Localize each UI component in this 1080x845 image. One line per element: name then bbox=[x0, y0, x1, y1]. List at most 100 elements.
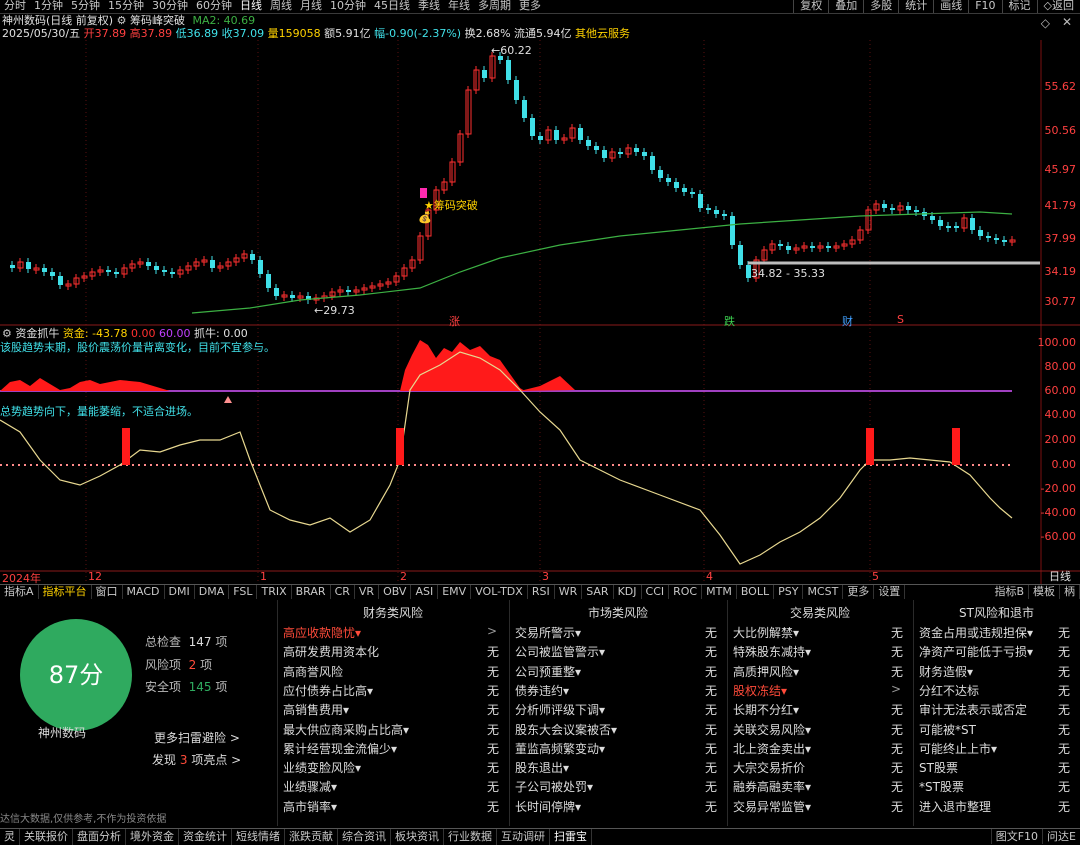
risk-item[interactable]: 高市销率▾ bbox=[283, 798, 337, 815]
indicator-tab-right[interactable]: 指标B bbox=[990, 585, 1029, 599]
risk-item[interactable]: 可能终止上市▾ bbox=[919, 740, 997, 757]
period-tab[interactable]: 季线 bbox=[414, 0, 444, 13]
indicator-tab[interactable]: VOL-TDX bbox=[471, 585, 528, 599]
risk-item[interactable]: 高销售费用▾ bbox=[283, 701, 349, 718]
bottom-tab[interactable]: 板块资讯 bbox=[391, 829, 444, 845]
risk-item[interactable]: 融券高融卖率▾ bbox=[733, 778, 811, 795]
risk-item[interactable]: 股东退出▾ bbox=[515, 759, 569, 776]
indicator-tab[interactable]: WR bbox=[555, 585, 583, 599]
indicator-tab[interactable]: BRAR bbox=[292, 585, 331, 599]
toolbar-button[interactable]: 复权 bbox=[793, 0, 828, 13]
risk-item[interactable]: 可能被*ST bbox=[919, 721, 976, 738]
toolbar-button[interactable]: 标记 bbox=[1001, 0, 1037, 13]
toolbar-button[interactable]: 叠加 bbox=[828, 0, 863, 13]
indicator-tab[interactable]: FSL bbox=[229, 585, 258, 599]
risk-item[interactable]: 关联交易风险▾ bbox=[733, 721, 811, 738]
indicator-tab[interactable]: MCST bbox=[803, 585, 844, 599]
period-tab[interactable]: 月线 bbox=[296, 0, 326, 13]
indicator-tab[interactable]: CCI bbox=[642, 585, 670, 599]
bottom-tab[interactable]: 综合资讯 bbox=[338, 829, 391, 845]
indicator-tab[interactable]: EMV bbox=[438, 585, 472, 599]
period-tab[interactable]: 15分钟 bbox=[104, 0, 148, 13]
risk-item[interactable]: 分析师评级下调▾ bbox=[515, 701, 605, 718]
period-tab[interactable]: 30分钟 bbox=[148, 0, 192, 13]
indicator-tab-right[interactable]: 柄 bbox=[1060, 585, 1080, 599]
period-tab[interactable]: 年线 bbox=[444, 0, 474, 13]
risk-item[interactable]: 累计经营现金流偏少▾ bbox=[283, 740, 397, 757]
period-tab[interactable]: 周线 bbox=[266, 0, 296, 13]
close-icon[interactable]: ✕ bbox=[1062, 15, 1072, 29]
bottom-tab[interactable]: 互动调研 bbox=[497, 829, 550, 845]
bottom-tab[interactable]: 境外资金 bbox=[126, 829, 179, 845]
event-zhang[interactable]: 涨 bbox=[449, 313, 460, 329]
risk-item[interactable]: *ST股票 bbox=[919, 778, 964, 795]
indicator-tab[interactable]: CR bbox=[331, 585, 355, 599]
risk-item[interactable]: 净资产可能低于亏损▾ bbox=[919, 643, 1033, 660]
period-label[interactable]: 日线 bbox=[1049, 568, 1071, 584]
risk-item[interactable]: 董监高频繁变动▾ bbox=[515, 740, 605, 757]
risk-item[interactable]: 股东大会议案被否▾ bbox=[515, 721, 617, 738]
indicator-tab[interactable]: OBV bbox=[379, 585, 412, 599]
period-tab[interactable]: 更多 bbox=[515, 0, 545, 13]
kline-chart[interactable] bbox=[0, 40, 1080, 584]
gear-icon[interactable]: ⚙ bbox=[117, 14, 127, 27]
toolbar-button[interactable]: ◇返回 bbox=[1036, 0, 1080, 13]
bottom-tab[interactable]: 关联报价 bbox=[20, 829, 73, 845]
indicator-tab[interactable]: PSY bbox=[774, 585, 804, 599]
bottom-tab[interactable]: 扫雷宝 bbox=[550, 829, 592, 845]
indicator-tab-right[interactable]: 模板 bbox=[1029, 585, 1060, 599]
risk-item[interactable]: 大比例解禁▾ bbox=[733, 624, 799, 641]
toolbar-button[interactable]: 统计 bbox=[898, 0, 933, 13]
period-tab[interactable]: 分时 bbox=[0, 0, 30, 13]
risk-item[interactable]: 资金占用或违规担保▾ bbox=[919, 624, 1033, 641]
bottom-tab[interactable]: 涨跌贡献 bbox=[285, 829, 338, 845]
more-scan-link[interactable]: 更多扫雷避险 > bbox=[154, 729, 240, 746]
indicator-tab[interactable]: 更多 bbox=[843, 585, 875, 599]
period-tab[interactable]: 10分钟 bbox=[326, 0, 370, 13]
indicator-tab[interactable]: 设置 bbox=[874, 585, 906, 599]
bottom-tab[interactable]: 灵 bbox=[0, 829, 20, 845]
indicator-tab[interactable]: 指标A bbox=[0, 585, 39, 599]
risk-item[interactable]: 应付债券占比高▾ bbox=[283, 682, 373, 699]
risk-item[interactable]: 高研发费用资本化 bbox=[283, 643, 379, 660]
risk-item[interactable]: 长期不分红▾ bbox=[733, 701, 799, 718]
indicator-gear-icon[interactable]: ⚙ bbox=[2, 327, 12, 340]
indicator-tab[interactable]: 窗口 bbox=[92, 585, 123, 599]
period-tab[interactable]: 多周期 bbox=[474, 0, 515, 13]
risk-item[interactable]: 业绩骤减▾ bbox=[283, 778, 337, 795]
indicator-tab[interactable]: DMI bbox=[165, 585, 195, 599]
period-tab[interactable]: 45日线 bbox=[370, 0, 414, 13]
bottom-tab[interactable]: 短线情绪 bbox=[232, 829, 285, 845]
risk-item[interactable]: 交易所警示▾ bbox=[515, 624, 581, 641]
indicator-tab[interactable]: BOLL bbox=[737, 585, 775, 599]
risk-item[interactable]: 业绩变脸风险▾ bbox=[283, 759, 361, 776]
indicator-tab[interactable]: KDJ bbox=[614, 585, 642, 599]
diamond-icon[interactable]: ◇ bbox=[1041, 16, 1050, 30]
quote-sector[interactable]: 其他云服务 bbox=[575, 27, 630, 40]
highlight-link[interactable]: 发现 3 项亮点 > bbox=[152, 751, 241, 768]
risk-score-badge[interactable]: 87分 bbox=[20, 619, 132, 731]
risk-item[interactable]: 交易异常监管▾ bbox=[733, 798, 811, 815]
period-tab[interactable]: 60分钟 bbox=[192, 0, 236, 13]
risk-item[interactable]: 高质押风险▾ bbox=[733, 663, 799, 680]
risk-item[interactable]: 子公司被处罚▾ bbox=[515, 778, 593, 795]
indicator-tab[interactable]: ROC bbox=[669, 585, 703, 599]
event-s[interactable]: S bbox=[897, 313, 904, 326]
indicator-tab[interactable]: TRIX bbox=[257, 585, 292, 599]
toolbar-button[interactable]: 画线 bbox=[933, 0, 968, 13]
risk-item[interactable]: 债券违约▾ bbox=[515, 682, 569, 699]
period-tab[interactable]: 5分钟 bbox=[67, 0, 104, 13]
bottom-right-tab[interactable]: 图文F10 bbox=[990, 829, 1042, 844]
toolbar-button[interactable]: 多股 bbox=[863, 0, 898, 13]
indicator-tab[interactable]: MACD bbox=[123, 585, 165, 599]
indicator-tab[interactable]: SAR bbox=[582, 585, 614, 599]
indicator-tab[interactable]: VR bbox=[355, 585, 380, 599]
bottom-tab[interactable]: 资金统计 bbox=[179, 829, 232, 845]
risk-item[interactable]: 特殊股东减持▾ bbox=[733, 643, 811, 660]
risk-item[interactable]: ST股票 bbox=[919, 759, 958, 776]
indicator-tab[interactable]: ASI bbox=[411, 585, 439, 599]
indicator-tab[interactable]: DMA bbox=[195, 585, 230, 599]
risk-item[interactable]: 审计无法表示或否定 bbox=[919, 701, 1027, 718]
event-die[interactable]: 跌 bbox=[724, 313, 735, 329]
bottom-tab[interactable]: 盘面分析 bbox=[73, 829, 126, 845]
